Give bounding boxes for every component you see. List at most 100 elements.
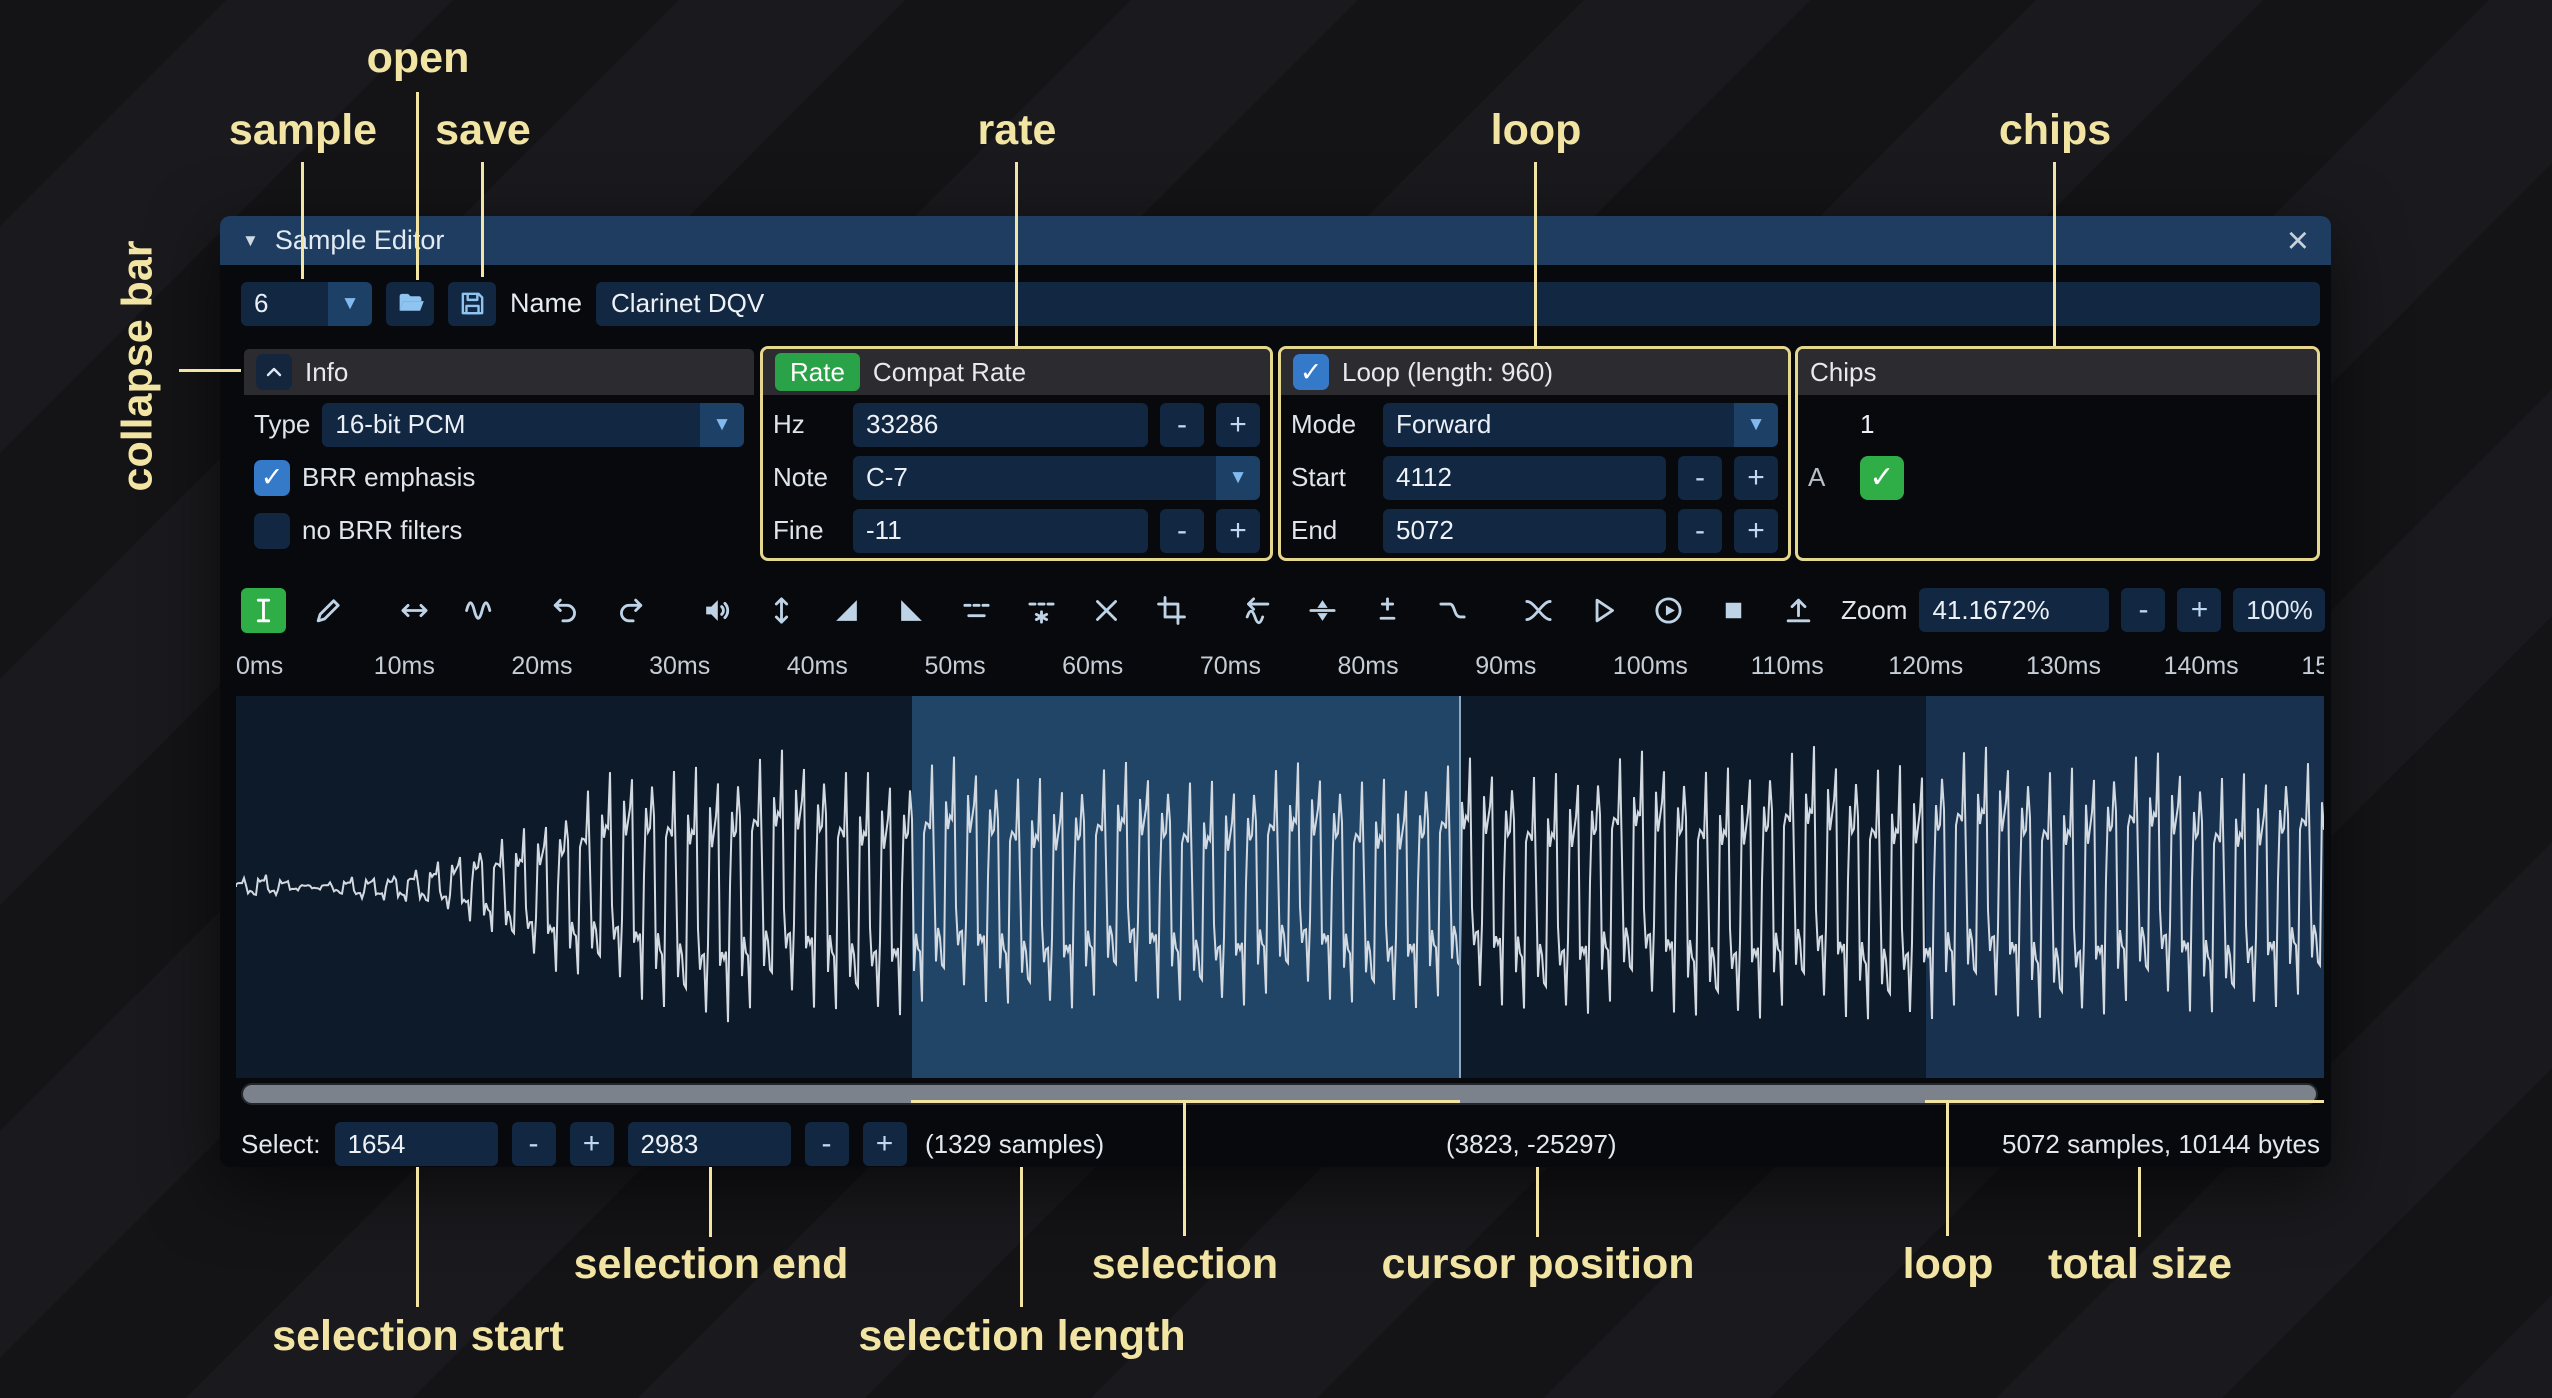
note-dropdown[interactable]: C-7 ▼ — [853, 456, 1260, 500]
window-collapse-icon[interactable]: ▼ — [242, 231, 259, 251]
insert-silence-button[interactable] — [954, 588, 999, 633]
crossfade-button[interactable] — [1516, 588, 1561, 633]
apply-silence-button[interactable] — [1019, 588, 1064, 633]
loop-start-increase-button[interactable]: + — [1734, 456, 1778, 500]
chevron-down-icon[interactable]: ▼ — [700, 403, 744, 447]
chips-panel: Chips 1 A ✓ — [1795, 346, 2320, 561]
zoom-input[interactable]: 41.1672% — [1919, 588, 2109, 632]
selection-start-input[interactable]: 1654 — [335, 1122, 498, 1166]
chevron-down-icon[interactable]: ▼ — [328, 282, 372, 326]
selection-end-decrease-button[interactable]: - — [805, 1122, 849, 1166]
undo-button[interactable] — [543, 588, 588, 633]
pointer-line-selection-start — [416, 1167, 419, 1307]
chevron-down-icon[interactable]: ▼ — [1734, 403, 1778, 447]
fine-input[interactable]: -11 — [853, 509, 1148, 553]
invert-button[interactable] — [1300, 588, 1345, 633]
chip-enable-toggle[interactable]: ✓ — [1860, 456, 1904, 500]
normalize-button[interactable] — [759, 588, 804, 633]
reverse-icon — [1242, 595, 1273, 626]
titlebar[interactable]: ▼ Sample Editor × — [220, 216, 2331, 265]
ruler-tick-label: 80ms — [1338, 652, 1476, 681]
info-header[interactable]: Info — [244, 349, 754, 395]
no-brr-filters-checkbox[interactable] — [254, 513, 290, 549]
brr-emphasis-checkbox[interactable]: ✓ — [254, 460, 290, 496]
fade-in-button[interactable] — [824, 588, 869, 633]
preview-sample-button[interactable] — [1646, 588, 1691, 633]
total-size-text: 5072 samples, 10144 bytes — [2002, 1120, 2320, 1168]
resize-button[interactable] — [392, 588, 437, 633]
redo-button[interactable] — [608, 588, 653, 633]
loop-enable-checkbox[interactable]: ✓ — [1293, 354, 1329, 390]
timeline-ruler[interactable]: 0ms10ms20ms30ms40ms50ms60ms70ms80ms90ms1… — [236, 642, 2324, 691]
selection-start-value: 1654 — [348, 1129, 406, 1160]
i-beam-icon — [248, 595, 279, 626]
check-icon: ✓ — [1300, 357, 1323, 388]
zoom-out-button[interactable]: - — [2121, 588, 2165, 632]
info-header-label: Info — [305, 357, 348, 388]
selection-start-decrease-button[interactable]: - — [512, 1122, 556, 1166]
fade-in-icon — [831, 595, 862, 626]
waveform-view[interactable] — [236, 696, 2324, 1078]
vertical-arrows-icon — [766, 595, 797, 626]
loop-start-label: Start — [1291, 462, 1371, 493]
sample-name-input[interactable]: Clarinet DQV — [596, 282, 2320, 326]
zoom-reset-button[interactable]: 100% — [2233, 588, 2325, 632]
insert-silence-icon — [961, 595, 992, 626]
sample-number-value: 6 — [241, 282, 328, 326]
copy-to-wavetable-button[interactable] — [1776, 588, 1821, 633]
amplify-button[interactable] — [694, 588, 739, 633]
flip-vertical-icon — [1307, 595, 1338, 626]
fade-out-button[interactable] — [889, 588, 934, 633]
fine-decrease-button[interactable]: - — [1160, 509, 1204, 553]
trim-button[interactable] — [1149, 588, 1194, 633]
hz-decrease-button[interactable]: - — [1160, 403, 1204, 447]
reverse-button[interactable] — [1235, 588, 1280, 633]
loop-start-input[interactable]: 4112 — [1383, 456, 1666, 500]
loop-end-label: End — [1291, 515, 1371, 546]
save-button[interactable] — [448, 282, 496, 326]
loop-start-value: 4112 — [1396, 462, 1452, 493]
cursor-line — [1459, 696, 1461, 1078]
loop-end-increase-button[interactable]: + — [1734, 509, 1778, 553]
loop-start-decrease-button[interactable]: - — [1678, 456, 1722, 500]
selection-end-increase-button[interactable]: + — [863, 1122, 907, 1166]
type-dropdown[interactable]: 16-bit PCM ▼ — [322, 403, 744, 447]
loop-end-decrease-button[interactable]: - — [1678, 509, 1722, 553]
scrollbar-thumb[interactable] — [243, 1085, 2316, 1103]
selection-start-increase-button[interactable]: + — [570, 1122, 614, 1166]
draw-button[interactable] — [306, 588, 351, 633]
zoom-value: 41.1672% — [1932, 595, 2049, 626]
preview-button[interactable] — [1581, 588, 1626, 633]
sample-editor-window: ▼ Sample Editor × 6 ▼ Name Clarinet DQV — [220, 216, 2331, 1167]
hz-increase-button[interactable]: + — [1216, 403, 1260, 447]
sample-row: 6 ▼ Name Clarinet DQV — [241, 279, 2320, 328]
rate-header: Rate Compat Rate — [763, 349, 1270, 395]
filter-button[interactable] — [1430, 588, 1475, 633]
x-icon — [1091, 595, 1122, 626]
zoom-in-button[interactable]: + — [2177, 588, 2221, 632]
close-icon[interactable]: × — [2287, 222, 2309, 260]
loop-panel: ✓ Loop (length: 960) Mode Forward ▼ Star… — [1278, 346, 1791, 561]
floppy-disk-icon — [458, 289, 487, 318]
loop-end-input[interactable]: 5072 — [1383, 509, 1666, 553]
edit-mode-button[interactable] — [241, 588, 286, 633]
horizontal-scrollbar[interactable] — [241, 1083, 2318, 1105]
resample-button[interactable] — [457, 588, 502, 633]
pointer-line-total-size — [2138, 1167, 2141, 1237]
annotation-selection: selection — [1092, 1240, 1278, 1289]
type-value: 16-bit PCM — [322, 403, 700, 447]
open-button[interactable] — [386, 282, 434, 326]
sign-invert-button[interactable] — [1365, 588, 1410, 633]
selection-end-input[interactable]: 2983 — [628, 1122, 791, 1166]
chevron-down-icon[interactable]: ▼ — [1216, 456, 1260, 500]
undo-icon — [550, 595, 581, 626]
ruler-tick-label: 120ms — [1888, 652, 2026, 681]
hz-input[interactable]: 33286 — [853, 403, 1148, 447]
crop-icon — [1156, 595, 1187, 626]
sample-number-dropdown[interactable]: 6 ▼ — [241, 282, 372, 326]
delete-button[interactable] — [1084, 588, 1129, 633]
collapse-bar-button[interactable] — [256, 354, 292, 390]
fine-increase-button[interactable]: + — [1216, 509, 1260, 553]
stop-preview-button[interactable] — [1711, 588, 1756, 633]
loop-mode-dropdown[interactable]: Forward ▼ — [1383, 403, 1778, 447]
